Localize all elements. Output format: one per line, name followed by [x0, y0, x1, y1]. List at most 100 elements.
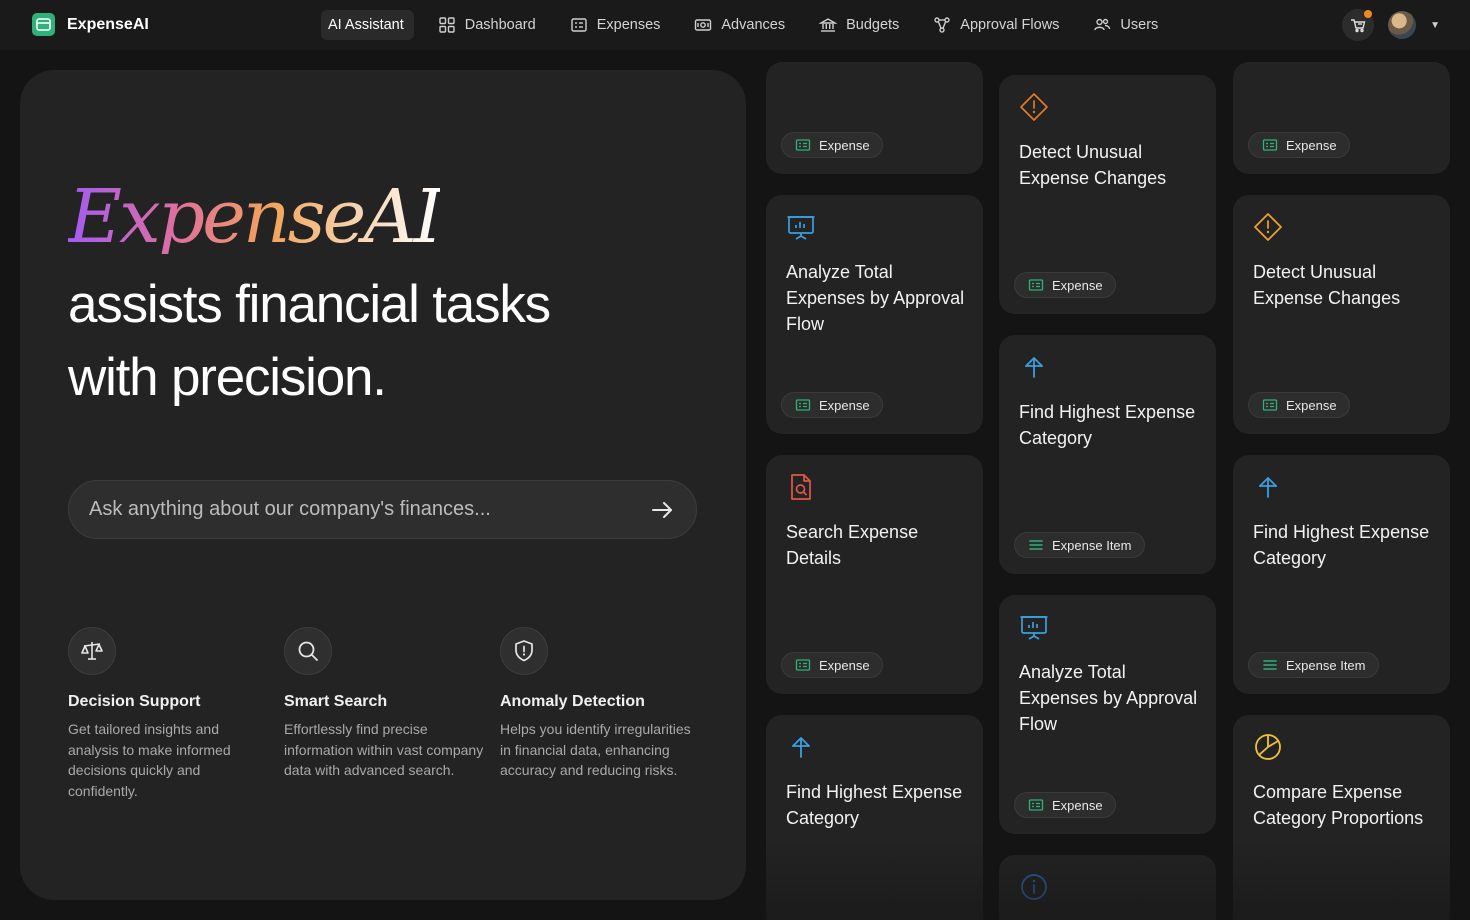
warning-diamond-icon [1020, 93, 1048, 121]
category-tag: Expense Item [1248, 652, 1379, 678]
receipt-icon [795, 399, 811, 411]
card-title: Analyze Total Expenses by Approval Flow [1019, 662, 1198, 734]
nav-ai-assistant[interactable]: AI Assistant [321, 10, 414, 40]
card-title: Detect Unusual Expense Changes [1253, 262, 1401, 308]
receipt-icon [1262, 399, 1278, 411]
nav-label: Expenses [596, 17, 661, 33]
hero-line-2: with precision. [68, 348, 387, 407]
ask-search-box [68, 480, 697, 539]
nav-dashboard[interactable]: Dashboard [430, 10, 544, 40]
category-tag: Expense [781, 652, 883, 678]
card-title: Search Expense Details [786, 522, 919, 568]
category-tag: Expense [1248, 132, 1350, 158]
presentation-chart-icon [1020, 616, 1048, 640]
prompt-card[interactable]: Find Highest Expense Category [766, 715, 983, 920]
info-icon [1021, 874, 1047, 900]
nav-advances[interactable]: Advances [686, 10, 793, 40]
nav-expenses[interactable]: Expenses [562, 10, 669, 40]
category-tag: Expense [781, 392, 883, 418]
tag-label: Expense [819, 397, 870, 413]
nav-label: Advances [721, 17, 786, 33]
users-icon [1094, 18, 1111, 31]
prompt-card[interactable]: Compare Expense Category Proportions [1233, 715, 1450, 920]
notification-dot [1364, 10, 1373, 18]
hero-line-1: assists financial tasks [68, 275, 551, 334]
feature-title: Decision Support [68, 693, 201, 710]
feature-anomaly-detection: Anomaly Detection Helps you identify irr… [500, 627, 716, 801]
tag-label: Expense [1052, 797, 1103, 813]
feature-desc: Helps you identify irregularities in fin… [500, 721, 691, 778]
flow-icon [934, 17, 950, 33]
nav-budgets[interactable]: Budgets [811, 10, 907, 40]
hero-brand: ExpenseAI [68, 174, 443, 260]
prompt-card[interactable]: Expense [766, 62, 983, 174]
dashboard-grid-icon [439, 17, 455, 33]
receipt-icon [795, 659, 811, 671]
brand-name: ExpenseAI [67, 15, 149, 33]
scale-icon [68, 627, 116, 675]
list-icon [1029, 540, 1043, 550]
tag-label: Expense [1052, 277, 1103, 293]
nav-users[interactable]: Users [1085, 10, 1166, 40]
arrow-up-icon [1025, 357, 1043, 378]
tag-label: Expense Item [1052, 537, 1132, 553]
shield-alert-icon [500, 627, 548, 675]
hero-panel: ExpenseAI assists financial tasks with p… [20, 70, 746, 900]
submit-button[interactable] [648, 496, 676, 524]
top-right-actions: ▼ [1342, 9, 1440, 41]
prompt-card[interactable]: Detect Unusual Expense Changes Expense [1233, 195, 1450, 434]
card-title: Analyze Total Expenses by Approval Flow [786, 262, 965, 334]
tag-label: Expense [819, 657, 870, 673]
main-nav: AI Assistant Dashboard Expenses Advances… [321, 10, 1184, 40]
brand[interactable]: ExpenseAI [32, 13, 149, 36]
feature-title: Anomaly Detection [500, 693, 645, 710]
receipt-icon [1028, 279, 1044, 291]
tag-label: Expense [819, 137, 870, 153]
prompt-card[interactable]: Find Highest Expense Category Expense It… [1233, 455, 1450, 694]
wallet-logo-icon [32, 13, 55, 36]
feature-desc: Effortlessly find precise information wi… [284, 721, 484, 778]
prompt-card[interactable] [999, 855, 1216, 920]
prompt-card[interactable]: Search Expense Details Expense [766, 455, 983, 694]
nav-label: Dashboard [464, 17, 536, 33]
nav-approval-flows[interactable]: Approval Flows [925, 10, 1067, 40]
receipt-icon [1262, 139, 1278, 151]
top-bar: ExpenseAI AI Assistant Dashboard Expense… [0, 0, 1470, 50]
user-avatar[interactable] [1388, 11, 1417, 39]
nav-label: AI Assistant [328, 17, 404, 33]
document-search-icon [791, 474, 811, 500]
shopping-cart-button[interactable] [1342, 9, 1375, 41]
feature-smart-search: Smart Search Effortlessly find precise i… [284, 627, 500, 801]
receipt-icon [1028, 799, 1044, 811]
category-tag: Expense [1014, 792, 1116, 818]
nav-label: Users [1120, 17, 1159, 33]
feature-decision-support: Decision Support Get tailored insights a… [68, 627, 284, 801]
prompt-card[interactable]: Analyze Total Expenses by Approval Flow … [766, 195, 983, 434]
arrow-right-icon [652, 501, 672, 518]
nav-label: Budgets [846, 17, 900, 33]
receipt-icon [795, 139, 811, 151]
chevron-down-icon[interactable]: ▼ [1430, 20, 1440, 31]
feature-desc: Get tailored insights and analysis to ma… [68, 721, 231, 799]
cart-icon [1351, 19, 1366, 33]
hero-headline: assists financial tasks with precision. [68, 268, 668, 414]
prompt-card[interactable]: Analyze Total Expenses by Approval Flow … [999, 595, 1216, 834]
presentation-chart-icon [787, 216, 815, 240]
list-icon [1263, 660, 1277, 670]
category-tag: Expense Item [1014, 532, 1145, 558]
category-tag: Expense [1014, 272, 1116, 298]
tag-label: Expense [1286, 137, 1337, 153]
prompt-card[interactable]: Expense [1233, 62, 1450, 174]
card-title: Compare Expense Category Proportions [1253, 782, 1424, 828]
ask-input[interactable] [89, 498, 648, 521]
card-title: Find Highest Expense Category [1019, 402, 1196, 448]
arrow-up-icon [1259, 477, 1277, 498]
prompt-card[interactable]: Find Highest Expense Category Expense It… [999, 335, 1216, 574]
card-title: Find Highest Expense Category [786, 782, 963, 828]
category-tag: Expense [1248, 392, 1350, 418]
arrow-up-icon [792, 737, 810, 758]
category-tag: Expense [781, 132, 883, 158]
bank-icon [819, 18, 838, 32]
card-title: Detect Unusual Expense Changes [1019, 142, 1167, 188]
prompt-card[interactable]: Detect Unusual Expense Changes Expense [999, 75, 1216, 314]
